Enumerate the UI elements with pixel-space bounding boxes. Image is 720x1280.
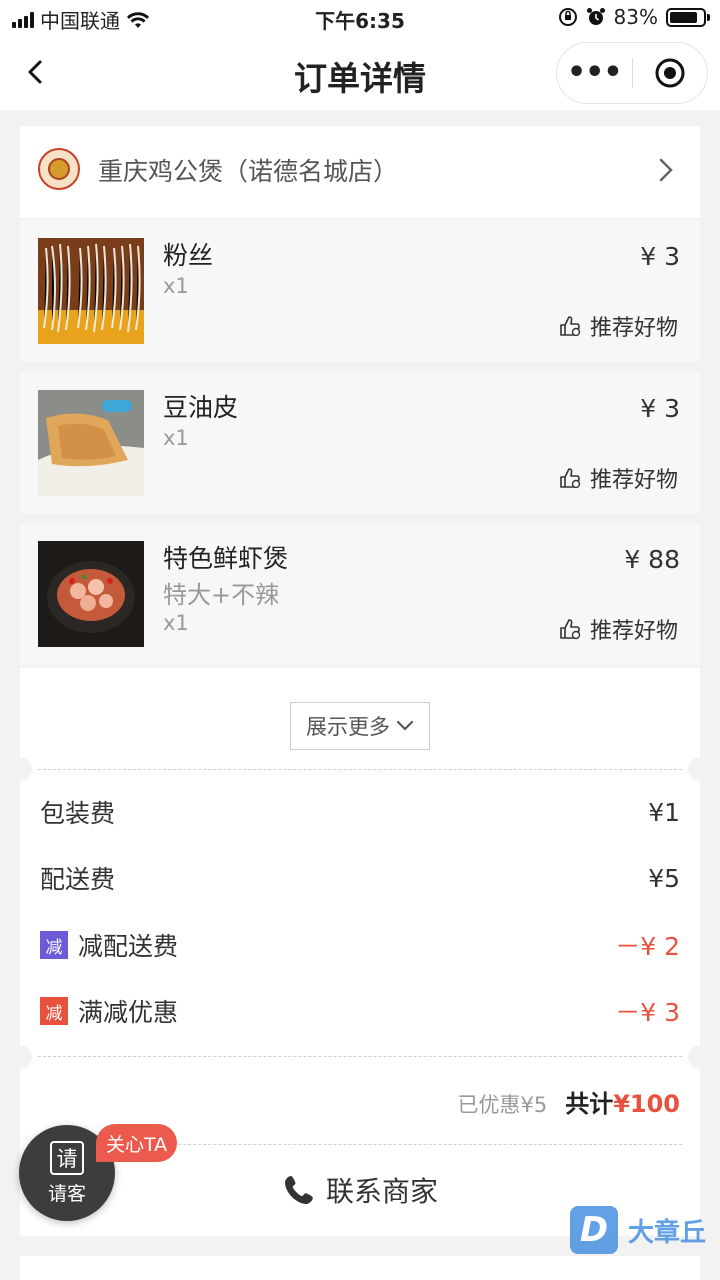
- item-image-shrimp-pot: [38, 541, 144, 647]
- divider: [38, 1056, 682, 1057]
- battery-icon: [666, 7, 710, 27]
- item-name: 特色鲜虾煲: [163, 544, 289, 573]
- order-item: 豆油皮 x1 ¥ 3 推荐好物: [20, 372, 700, 514]
- close-miniprogram-icon[interactable]: [633, 57, 708, 89]
- treat-icon: 请: [50, 1140, 84, 1175]
- fee-value: ¥5: [648, 863, 680, 893]
- total-label: 共计: [565, 1090, 614, 1118]
- discount-badge: 减: [40, 997, 68, 1025]
- fee-row-full-reduction: 减 满减优惠 －¥ 3: [40, 991, 680, 1031]
- divider: [38, 769, 682, 770]
- fee-label: 配送费: [40, 865, 116, 894]
- chevron-right-icon: [659, 158, 673, 182]
- fee-value: －¥ 3: [615, 998, 680, 1027]
- total-price: 共计¥100: [565, 1084, 680, 1119]
- discount-badge: 减: [40, 931, 68, 959]
- next-card: [20, 1256, 700, 1280]
- item-name: 粉丝: [163, 241, 214, 270]
- watermark: D 大章丘: [570, 1206, 706, 1254]
- miniprogram-capsule: •••: [556, 42, 708, 104]
- battery-percent: 83%: [613, 5, 658, 29]
- item-quantity: x1: [163, 274, 189, 298]
- item-image-tofu-skin: [38, 390, 144, 496]
- order-item: 粉丝 x1 ¥ 3 推荐好物: [20, 220, 700, 362]
- recommend-button[interactable]: 推荐好物: [558, 310, 678, 342]
- saved-amount: 已优惠¥5: [457, 1093, 548, 1117]
- item-quantity: x1: [163, 611, 189, 635]
- fee-label: 满减优惠: [78, 998, 179, 1027]
- recommend-label: 推荐好物: [589, 619, 678, 644]
- status-bar: 中国联通 下午6:35 83%: [0, 0, 720, 36]
- fee-value: ¥1: [648, 797, 680, 827]
- fee-row-delivery-discount: 减 减配送费 －¥ 2: [40, 925, 680, 965]
- thumbs-up-icon: [560, 619, 581, 640]
- thumbs-up-icon: [560, 468, 581, 489]
- item-image-vermicelli: [38, 238, 144, 344]
- fee-label: 包装费: [40, 799, 116, 828]
- fee-value: －¥ 2: [615, 932, 680, 961]
- show-more-button[interactable]: 展示更多: [290, 702, 430, 750]
- chevron-down-icon: [396, 720, 414, 731]
- fee-row-packaging: 包装费 ¥1: [40, 792, 680, 832]
- care-badge: 关心TA: [96, 1124, 178, 1162]
- phone-icon: [284, 1176, 313, 1204]
- ticket-notch: [688, 757, 712, 781]
- ticket-notch: [688, 1045, 712, 1069]
- contact-merchant-button[interactable]: 联系商家: [20, 1170, 700, 1210]
- more-menu-icon[interactable]: •••: [557, 58, 632, 88]
- recommend-label: 推荐好物: [589, 468, 678, 493]
- shop-name: 重庆鸡公煲（诺德名城店）: [98, 157, 399, 186]
- recommend-button[interactable]: 推荐好物: [558, 613, 678, 645]
- fee-label: 减配送费: [78, 932, 179, 961]
- item-price: ¥ 3: [640, 242, 680, 271]
- ticket-notch: [8, 757, 32, 781]
- total-amount: ¥100: [613, 1090, 680, 1118]
- thumbs-up-icon: [560, 316, 581, 337]
- item-price: ¥ 88: [624, 545, 680, 574]
- nav-bar: 订单详情 •••: [0, 36, 720, 110]
- shop-logo: [38, 148, 80, 190]
- item-price: ¥ 3: [640, 394, 680, 423]
- shop-header[interactable]: 重庆鸡公煲（诺德名城店）: [20, 126, 700, 218]
- item-quantity: x1: [163, 426, 189, 450]
- fee-row-delivery: 配送费 ¥5: [40, 858, 680, 898]
- watermark-text: 大章丘: [628, 1217, 707, 1248]
- treat-label: 请客: [47, 1182, 86, 1205]
- alarm-icon: [586, 8, 605, 25]
- ticket-notch: [8, 1045, 32, 1069]
- item-spec: 特大+不辣: [163, 581, 280, 609]
- orientation-lock-icon: [558, 8, 577, 26]
- order-item: 特色鲜虾煲 特大+不辣 x1 ¥ 88 推荐好物: [20, 523, 700, 665]
- total-row: 已优惠¥5 共计¥100: [457, 1084, 680, 1119]
- recommend-button[interactable]: 推荐好物: [558, 462, 678, 494]
- item-name: 豆油皮: [163, 393, 239, 422]
- watermark-logo: D: [570, 1206, 618, 1254]
- show-more-label: 展示更多: [306, 715, 390, 739]
- recommend-label: 推荐好物: [589, 316, 678, 341]
- contact-label: 联系商家: [325, 1175, 438, 1208]
